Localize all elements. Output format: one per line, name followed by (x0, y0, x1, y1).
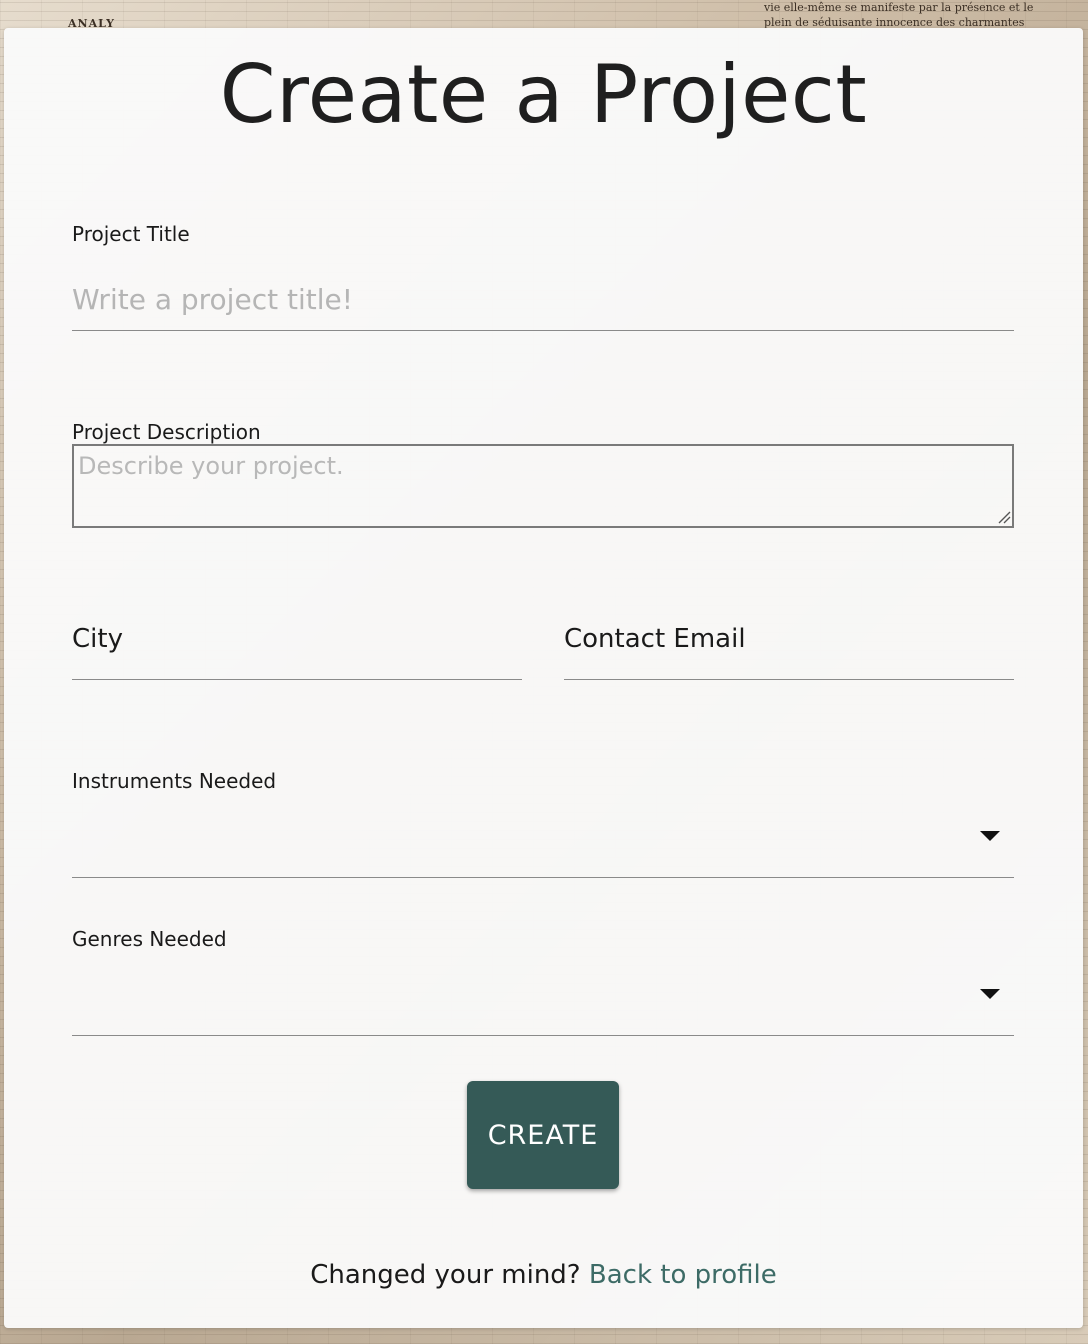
create-button[interactable]: CREATE (467, 1081, 619, 1189)
contact-email-input[interactable] (564, 662, 1014, 680)
instruments-needed-select[interactable] (72, 804, 1014, 878)
contact-email-label: Contact Email (564, 624, 746, 654)
caret-down-icon (980, 831, 1000, 841)
background-text: vie elle-même se manifeste par la présen… (764, 1, 1034, 29)
resize-grip-icon[interactable] (997, 510, 1011, 524)
back-to-profile-link[interactable]: Back to profile (589, 1260, 777, 1290)
city-input[interactable] (72, 662, 522, 680)
create-project-card: Create a Project Project Title Project D… (4, 28, 1083, 1328)
genres-needed-label: Genres Needed (72, 927, 227, 951)
page-title: Create a Project (219, 48, 868, 141)
footer-prompt: Changed your mind? (310, 1260, 581, 1290)
instruments-needed-label: Instruments Needed (72, 769, 277, 793)
caret-down-icon (980, 989, 1000, 999)
footer-text: Changed your mind? Back to profile (4, 1260, 1083, 1290)
project-title-input[interactable] (72, 268, 1014, 331)
project-title-label: Project Title (72, 222, 190, 246)
project-description-textarea[interactable] (72, 444, 1014, 528)
project-description-label: Project Description (72, 420, 261, 444)
genres-needed-select[interactable] (72, 962, 1014, 1036)
city-label: City (72, 624, 123, 654)
